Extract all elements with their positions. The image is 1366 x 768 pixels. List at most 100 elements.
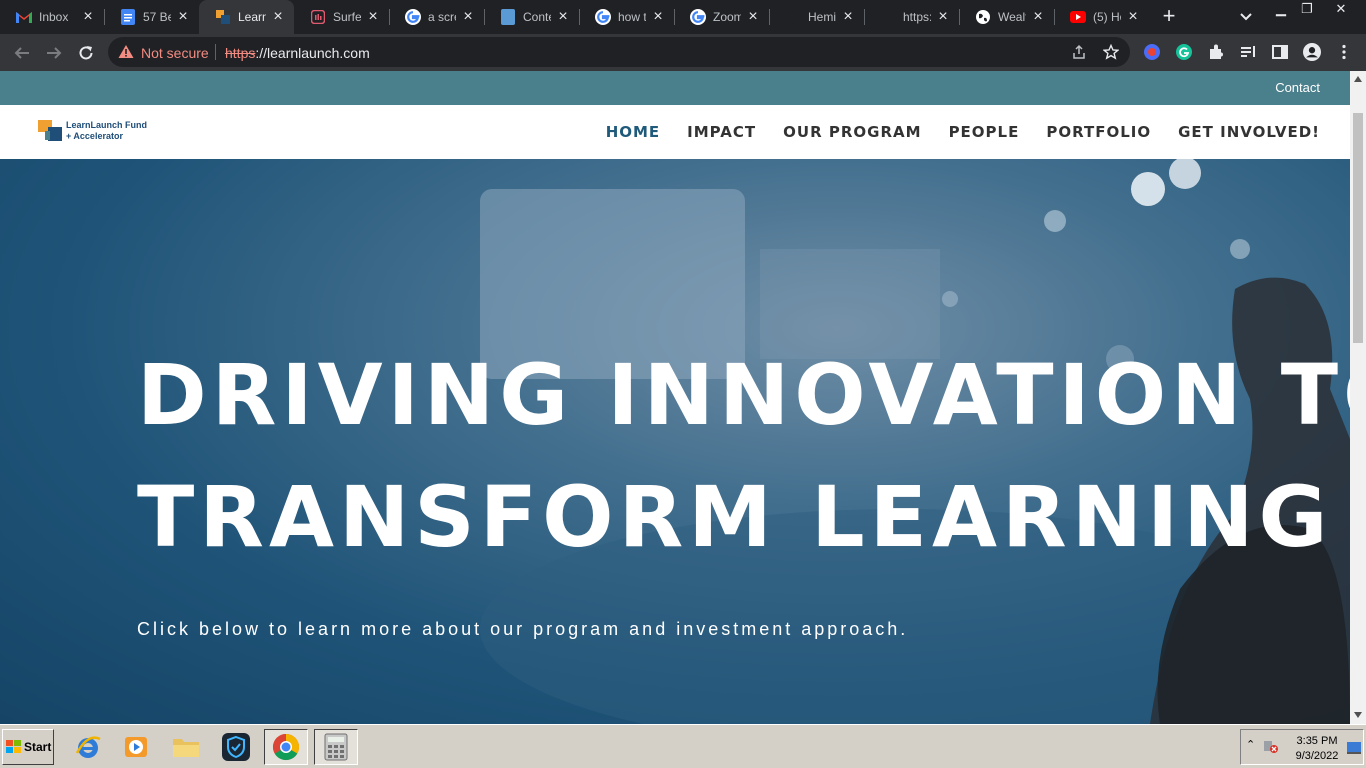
share-icon[interactable] <box>1071 44 1087 60</box>
security-shield-app-icon[interactable] <box>214 729 258 765</box>
close-icon[interactable]: × <box>270 9 286 25</box>
page-scrollbar[interactable] <box>1350 71 1366 724</box>
google-icon <box>595 9 611 25</box>
close-icon[interactable]: × <box>1030 9 1046 25</box>
side-panel-icon[interactable] <box>1271 43 1289 61</box>
close-icon[interactable]: × <box>650 9 666 25</box>
profile-avatar-icon[interactable] <box>1303 43 1321 61</box>
tab-strip: Inbox × 57 Bea × LearnL × Surfer × <box>0 0 1366 34</box>
tab-title: Zoom <box>713 10 741 24</box>
close-icon[interactable]: × <box>935 9 951 25</box>
extension-color-icon[interactable] <box>1143 43 1161 61</box>
tab-wealth[interactable]: Wealt × <box>959 0 1054 34</box>
web-page: Contact LearnLaunch Fund + Accelerator H… <box>0 71 1350 724</box>
scroll-up-arrow-icon[interactable] <box>1354 76 1362 82</box>
tab-title: LearnL <box>238 10 266 24</box>
grammarly-icon[interactable] <box>1175 43 1193 61</box>
nav-people[interactable]: PEOPLE <box>949 123 1020 141</box>
hero-heading-line-1: DRIVING INNOVATION TO <box>137 346 1350 444</box>
youtube-icon <box>1070 9 1086 25</box>
close-icon[interactable]: × <box>365 9 381 25</box>
reload-icon[interactable] <box>74 41 98 65</box>
nav-portfolio[interactable]: PORTFOLIO <box>1046 123 1151 141</box>
tray-expand-chevron-icon[interactable]: ⌃ <box>1246 738 1255 751</box>
logo-mark-icon <box>38 120 62 141</box>
close-icon[interactable]: × <box>745 9 761 25</box>
nav-our-program[interactable]: OUR PROGRAM <box>783 123 921 141</box>
close-icon[interactable]: × <box>80 9 96 25</box>
chrome-taskbar-icon[interactable] <box>264 729 308 765</box>
close-icon[interactable]: × <box>460 9 476 25</box>
tab-docs[interactable]: 57 Bea × <box>104 0 199 34</box>
forward-arrow-icon[interactable] <box>42 41 66 65</box>
gmail-icon <box>16 9 32 25</box>
bookmark-star-icon[interactable] <box>1102 43 1120 60</box>
nav-home[interactable]: HOME <box>606 123 660 141</box>
tab-gmail[interactable]: Inbox × <box>0 0 104 34</box>
google-icon <box>405 9 421 25</box>
tab-learnlaunch-active[interactable]: LearnL × <box>199 0 294 34</box>
file-explorer-icon[interactable] <box>164 729 208 765</box>
hero-subtext: Click below to learn more about our prog… <box>137 619 909 639</box>
nav-impact[interactable]: IMPACT <box>687 123 756 141</box>
browser-toolbar: Not secure https://learnlaunch.com <box>0 34 1366 71</box>
tab-surfer[interactable]: Surfer × <box>294 0 389 34</box>
url-text[interactable]: https://learnlaunch.com <box>225 45 370 61</box>
address-bar[interactable]: Not secure https://learnlaunch.com <box>108 37 1130 67</box>
warning-triangle-icon[interactable] <box>118 44 134 64</box>
show-desktop-icon[interactable] <box>1347 741 1361 759</box>
close-icon[interactable]: × <box>175 9 191 25</box>
extensions-puzzle-icon[interactable] <box>1207 43 1225 61</box>
scrollbar-thumb[interactable] <box>1353 113 1363 343</box>
reading-list-icon[interactable] <box>1239 43 1257 61</box>
back-arrow-icon[interactable] <box>10 41 34 65</box>
tab-url[interactable]: https:/ × <box>864 0 959 34</box>
hero-heading: DRIVING INNOVATION TO TRANSFORM LEARNING <box>137 334 1350 578</box>
logo-text: LearnLaunch Fund + Accelerator <box>66 120 147 142</box>
tab-title: Inbox <box>39 10 69 24</box>
blank-icon <box>880 9 896 25</box>
tab-hemingway[interactable]: Hemin × <box>769 0 864 34</box>
tab-title: Surfer <box>333 10 361 24</box>
logo-line-1: LearnLaunch Fund <box>66 120 147 130</box>
close-icon[interactable]: × <box>840 9 856 25</box>
close-icon[interactable]: × <box>1125 9 1141 25</box>
tab-title: Hemin <box>808 10 836 24</box>
not-secure-label[interactable]: Not secure <box>141 45 209 61</box>
more-menu-icon[interactable] <box>1335 43 1353 61</box>
tray-clock[interactable]: 3:35 PM 9/3/2022 <box>1293 734 1341 764</box>
tab-content[interactable]: Conten × <box>484 0 579 34</box>
close-window-icon[interactable]: ✕ <box>1326 0 1356 18</box>
tab-title: https:/ <box>903 10 931 24</box>
media-player-icon[interactable] <box>114 729 158 765</box>
internet-explorer-icon[interactable] <box>66 729 110 765</box>
scroll-down-arrow-icon[interactable] <box>1354 712 1362 718</box>
tab-youtube[interactable]: (5) Ho × <box>1054 0 1149 34</box>
system-tray: ⌃ 3:35 PM 9/3/2022 <box>1240 729 1364 765</box>
tab-title: Wealt <box>998 10 1026 24</box>
nav-get-involved[interactable]: GET INVOLVED! <box>1178 123 1320 141</box>
tab-title: how to <box>618 10 646 24</box>
site-navbar: LearnLaunch Fund + Accelerator HOME IMPA… <box>0 105 1350 159</box>
url-host: ://learnlaunch.com <box>255 45 370 61</box>
restore-icon[interactable]: ❐ <box>1292 0 1322 18</box>
clock-time: 3:35 PM <box>1296 735 1338 747</box>
calculator-icon[interactable] <box>314 729 358 765</box>
hemingway-icon <box>785 9 801 25</box>
tab-google-search[interactable]: a scree × <box>389 0 484 34</box>
start-label: Start <box>24 740 52 754</box>
clock-date: 9/3/2022 <box>1295 750 1339 762</box>
tab-how-to[interactable]: how to × <box>579 0 674 34</box>
start-button[interactable]: Start <box>2 729 54 765</box>
tab-zoom[interactable]: Zoom × <box>674 0 769 34</box>
network-warning-icon[interactable] <box>1263 738 1279 759</box>
google-icon <box>690 9 706 25</box>
doc-blue-icon <box>500 9 516 25</box>
url-scheme: https <box>225 45 256 61</box>
close-icon[interactable]: × <box>555 9 571 25</box>
new-tab-button[interactable]: + <box>1158 5 1180 28</box>
contact-link[interactable]: Contact <box>1275 80 1320 95</box>
site-logo[interactable]: LearnLaunch Fund + Accelerator <box>38 118 158 146</box>
tab-search-chevron-down-icon[interactable] <box>1236 8 1256 26</box>
docs-icon <box>120 9 136 25</box>
